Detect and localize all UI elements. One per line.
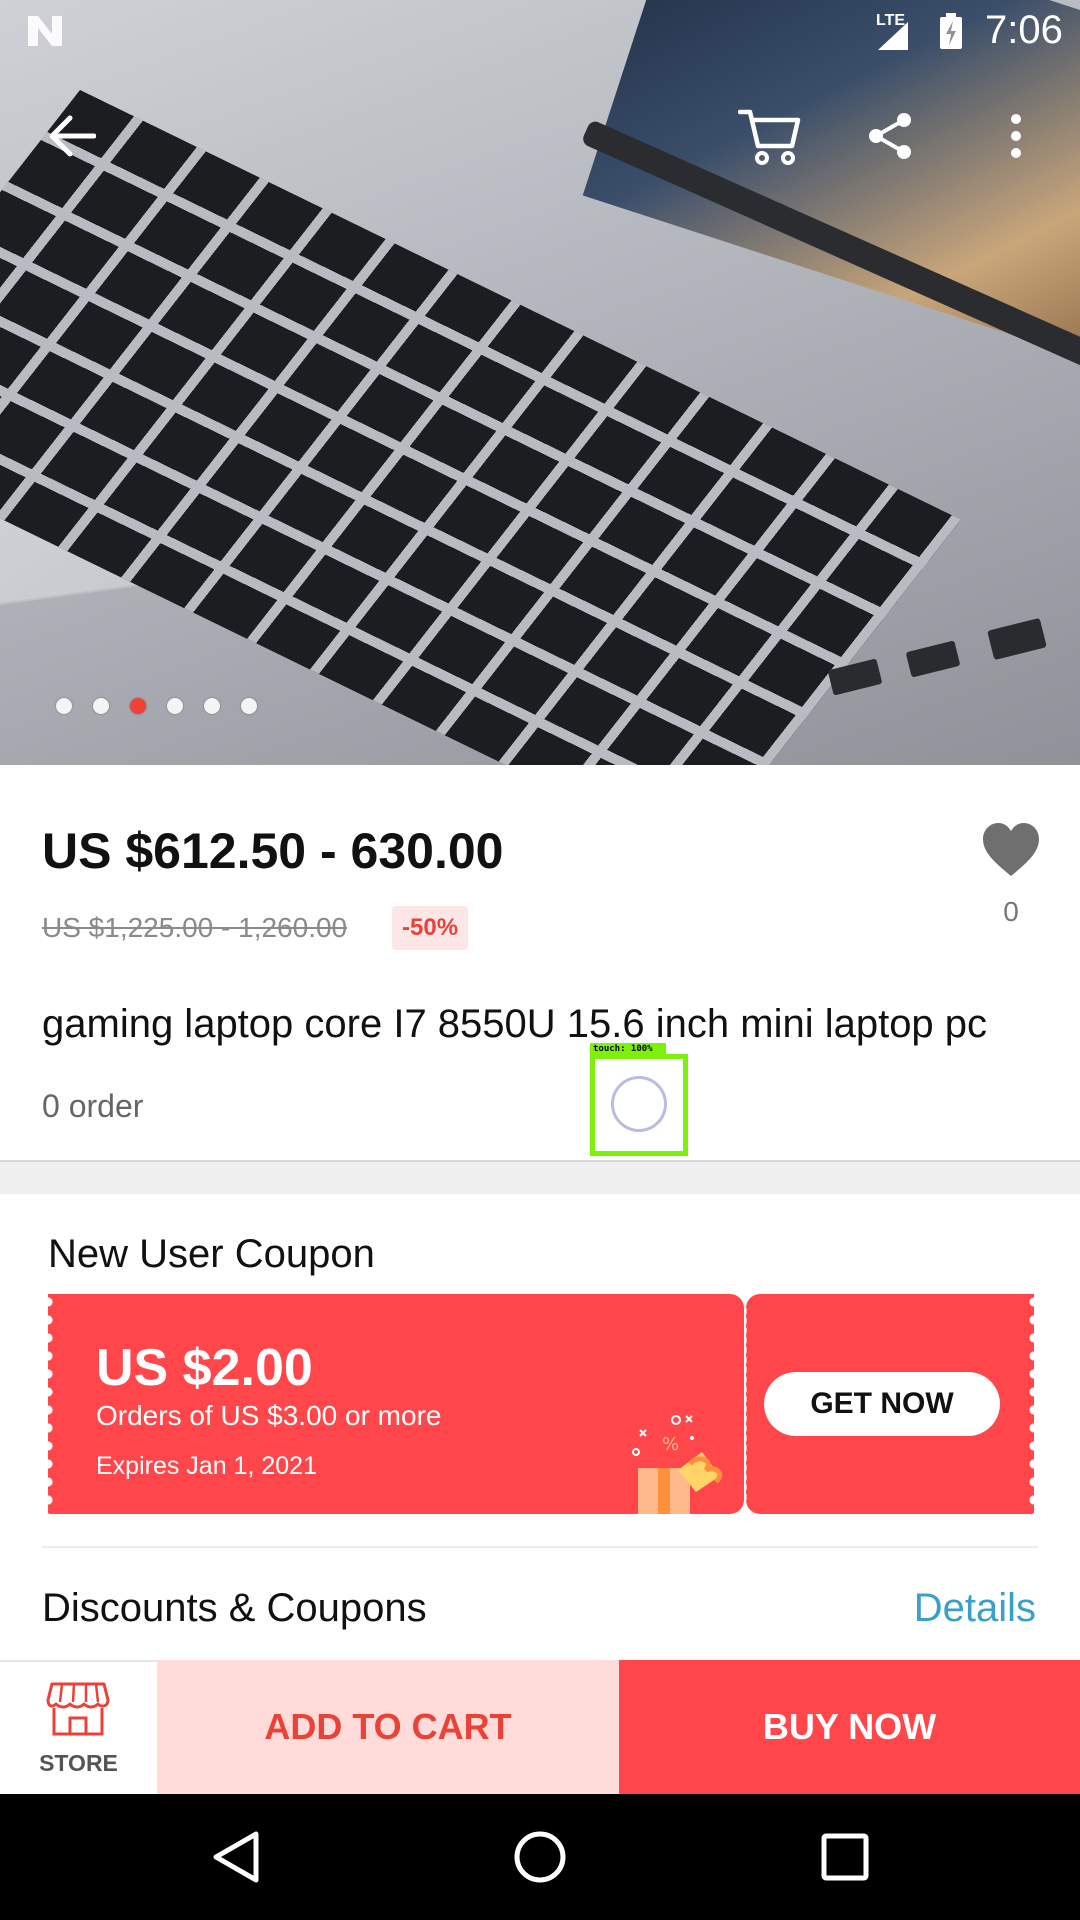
add-to-cart-button[interactable]: ADD TO CART — [157, 1660, 619, 1794]
discounts-details-link[interactable]: Details — [914, 1586, 1036, 1631]
store-button[interactable]: STORE — [0, 1660, 157, 1794]
nav-home-icon[interactable] — [505, 1822, 575, 1892]
heart-icon — [983, 823, 1039, 876]
product-title: gaming laptop core I7 8550U 15.6 inch mi… — [42, 1002, 988, 1046]
system-navigation-bar — [0, 1794, 1080, 1920]
back-button[interactable] — [40, 104, 104, 168]
cart-button[interactable] — [730, 104, 810, 168]
get-now-button[interactable]: GET NOW — [764, 1372, 1000, 1436]
new-user-coupon-card: US $2.00 Orders of US $3.00 or more Expi… — [48, 1294, 1034, 1514]
discounts-coupons-label: Discounts & Coupons — [42, 1586, 427, 1630]
more-vertical-icon — [1011, 114, 1021, 158]
order-count: 0 order — [42, 1088, 144, 1124]
status-bar: LTE 7:06 — [0, 0, 1080, 62]
coupon-condition: Orders of US $3.00 or more — [96, 1400, 442, 1431]
gallery-dot[interactable] — [93, 698, 109, 714]
wishlist-button[interactable] — [980, 820, 1042, 880]
store-label: STORE — [39, 1750, 118, 1776]
gallery-pagination — [56, 698, 257, 714]
touch-indicator-label: touch: 100% — [590, 1043, 666, 1055]
shopping-cart-icon — [738, 109, 801, 165]
share-button[interactable] — [858, 104, 922, 168]
more-options-button[interactable] — [986, 104, 1046, 168]
nav-recents-icon[interactable] — [810, 1822, 880, 1892]
store-icon — [46, 1682, 110, 1736]
wishlist-count: 0 — [1003, 896, 1019, 927]
touch-point-circle — [611, 1076, 667, 1132]
arrow-left-icon — [49, 115, 96, 157]
notification-n-icon — [28, 16, 62, 46]
section-divider — [0, 1160, 1080, 1194]
nav-back-icon[interactable] — [200, 1822, 270, 1892]
gallery-dot[interactable] — [241, 698, 257, 714]
gift-box-icon: % — [632, 1415, 723, 1514]
coupon-expiry: Expires Jan 1, 2021 — [96, 1452, 317, 1480]
signal-icon — [878, 22, 908, 50]
share-icon — [869, 113, 911, 159]
buy-now-button[interactable]: BUY NOW — [619, 1660, 1080, 1794]
gallery-dot[interactable] — [56, 698, 72, 714]
discount-badge: -50% — [392, 906, 469, 950]
coupon-amount: US $2.00 — [96, 1339, 313, 1397]
gallery-dot[interactable] — [130, 698, 146, 714]
price-range: US $612.50 - 630.00 — [42, 823, 504, 879]
bottom-action-bar: STORE ADD TO CART BUY NOW — [0, 1660, 1080, 1794]
battery-charging-icon — [940, 13, 962, 49]
divider — [42, 1546, 1038, 1548]
clock: 7:06 — [985, 8, 1063, 52]
gallery-dot[interactable] — [204, 698, 220, 714]
coupon-heading: New User Coupon — [48, 1232, 375, 1276]
svg-text:%: % — [662, 1434, 679, 1455]
original-price: US $1,225.00 - 1,260.00 — [42, 912, 348, 943]
gallery-dot[interactable] — [167, 698, 183, 714]
